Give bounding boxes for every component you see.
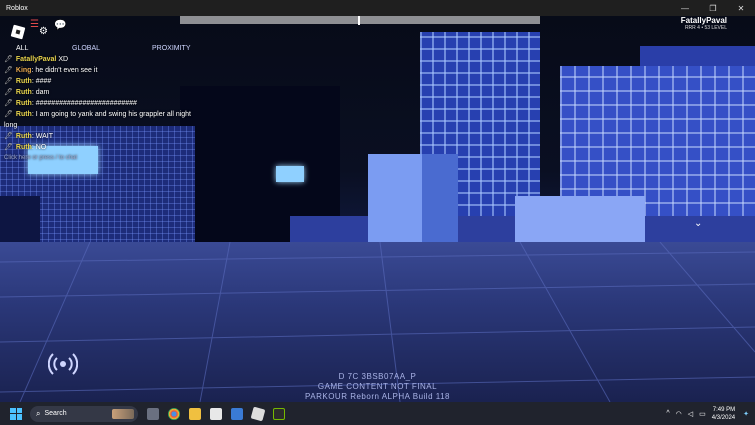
chat-text: WAIT [35, 133, 53, 140]
chat-line: 🖊 Ruth: NO [4, 144, 47, 151]
low-building [515, 196, 645, 246]
clock-time: 7:49 PM [712, 406, 736, 413]
chat-sender: Ruth [15, 111, 32, 118]
chat-text: dam [35, 89, 50, 96]
chat-text: NO [35, 144, 47, 151]
chat-tab-all[interactable]: ALL [16, 45, 72, 52]
chat-line: long [4, 120, 244, 131]
chrome-icon[interactable] [168, 407, 180, 420]
file-explorer-icon[interactable] [189, 407, 201, 420]
chat-sender: FatallyPaval [15, 56, 57, 63]
clock-date: 4/3/2024 [711, 414, 736, 421]
build-code: D 7C 3BSB07AA_P [338, 372, 417, 381]
chat-tab-proximity[interactable]: PROXIMITY [152, 45, 191, 52]
chat-icon[interactable]: 💬 [54, 21, 66, 31]
chat-input-hint[interactable]: Click here or press / to chat [4, 153, 244, 164]
taskbar-search[interactable]: ⌕ Search [30, 405, 138, 422]
minimize-icon[interactable]: — [671, 0, 699, 16]
close-icon[interactable]: ✕ [727, 0, 755, 16]
search-placeholder: Search [44, 410, 67, 417]
nvidia-icon[interactable] [273, 407, 285, 420]
window-glow [276, 166, 304, 182]
search-icon: ⌕ [36, 408, 41, 418]
pen-icon: 🖊 [4, 111, 13, 118]
chat-sender: Ruth [15, 144, 32, 151]
pen-icon: 🖊 [4, 133, 13, 140]
store-icon[interactable] [210, 407, 222, 420]
taskbar: ⌕ Search ^ ◠ ◁ ▭ 7:49 PM 4/3/2024 ✦ [0, 402, 755, 425]
pen-icon: 🖊 [4, 89, 13, 96]
chat-sender: Ruth [15, 133, 32, 140]
leaderboard-icon[interactable]: ☰ [30, 20, 39, 30]
chat-tab-global[interactable]: GLOBAL [72, 45, 152, 52]
search-highlight-image [112, 408, 134, 419]
rooftop-block [368, 154, 458, 244]
chat-line: 🖊 King: he didn't even see it [4, 67, 98, 74]
chat-line: 🖊 Ruth: I am going to yank and swing his … [4, 111, 191, 118]
chat-log: 🖊 FatallyPaval XD 🖊 King: he didn't even s… [4, 54, 244, 164]
chat-sender: Ruth [15, 100, 32, 107]
chat-text: #### [35, 78, 52, 85]
task-view-icon[interactable] [147, 407, 159, 420]
player-level: RRR 4 • 53 LEVEL [684, 25, 727, 31]
chevron-down-icon[interactable]: ⌄ [694, 218, 702, 229]
clock[interactable]: 7:49 PM 4/3/2024 [712, 406, 735, 422]
wifi-icon[interactable]: ◠ [676, 410, 682, 418]
pen-icon: 🖊 [4, 67, 13, 74]
copilot-icon[interactable]: ✦ [743, 410, 749, 418]
chat-line: 🖊 Ruth: ########################## [4, 100, 137, 107]
chat-text: ########################## [35, 100, 137, 107]
chat-text: long [4, 122, 18, 129]
roblox-taskbar-icon[interactable] [250, 406, 266, 421]
pen-icon: 🖊 [4, 56, 13, 63]
chat-sender: King [15, 67, 32, 74]
window-titlebar: Roblox — ❐ ✕ [0, 0, 755, 16]
chat-text: he didn't even see it [35, 67, 98, 74]
maximize-icon[interactable]: ❐ [699, 0, 727, 16]
windows-start-icon[interactable] [10, 407, 22, 420]
game-viewport[interactable]: ☰ ⚙ 💬 ALL GLOBAL PROXIMITY 🖊 FatallyPaval… [0, 16, 755, 402]
volume-icon[interactable]: ◁ [688, 410, 693, 418]
chevron-up-icon[interactable]: ^ [666, 410, 669, 417]
chat-tabs: ALL GLOBAL PROXIMITY [16, 45, 191, 52]
battery-icon[interactable]: ▭ [699, 410, 706, 418]
pen-icon: 🖊 [4, 100, 13, 107]
photos-icon[interactable] [231, 407, 243, 420]
compass-marker [358, 16, 360, 25]
system-tray: ^ ◠ ◁ ▭ 7:49 PM 4/3/2024 ✦ [666, 406, 755, 422]
chat-text: I am going to yank and swing his grapple… [35, 111, 191, 118]
build-notice: GAME CONTENT NOT FINAL [317, 382, 438, 391]
pen-icon: 🖊 [4, 144, 13, 151]
settings-icon[interactable]: ⚙ [39, 27, 48, 37]
chat-line: 🖊 Ruth: dam [4, 89, 50, 96]
chat-text: XD [58, 56, 69, 63]
compass-bar [180, 16, 540, 25]
chat-sender: Ruth [15, 89, 32, 96]
chat-line: 🖊 Ruth: WAIT [4, 133, 53, 140]
player-name: FatallyPaval [680, 16, 727, 25]
build-version: PARKOUR Reborn ALPHA Build 118 [305, 392, 450, 401]
chat-sender: Ruth [15, 78, 32, 85]
chat-line: 🖊 Ruth: #### [4, 78, 52, 85]
roblox-menu-icon[interactable] [10, 24, 26, 40]
pen-icon: 🖊 [4, 78, 13, 85]
window-title: Roblox [6, 4, 28, 12]
chat-line: 🖊 FatallyPaval XD [4, 54, 244, 65]
player-card[interactable]: FatallyPaval RRR 4 • 53 LEVEL [681, 16, 727, 31]
